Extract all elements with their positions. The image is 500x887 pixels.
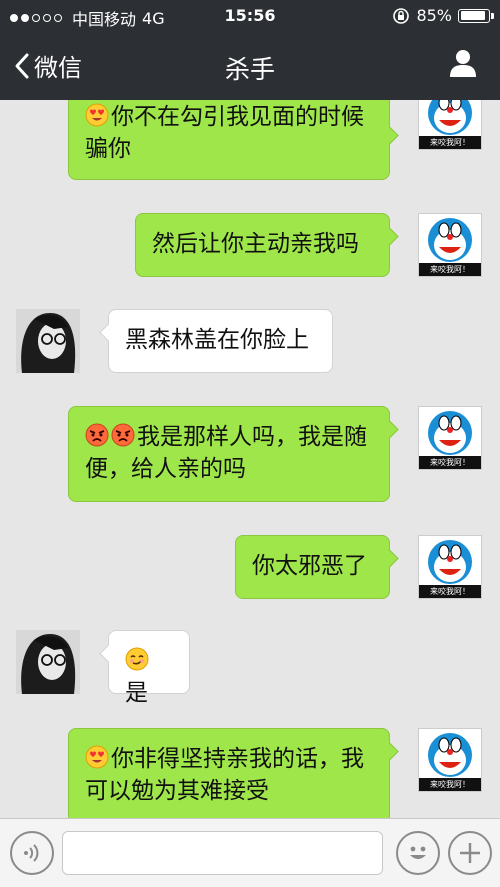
contact-avatar[interactable] <box>16 630 80 694</box>
message-input[interactable] <box>62 831 383 875</box>
chat-title: 杀手 <box>224 55 275 84</box>
rotation-lock-icon <box>393 7 410 24</box>
angry-face-emoji <box>111 423 135 447</box>
emoji-button[interactable] <box>396 831 440 875</box>
heart-eyes-emoji <box>85 103 109 127</box>
message-text: 你非得坚持亲我的话，我可以勉为其难接受 <box>85 746 364 804</box>
my-avatar[interactable]: 来咬我阿！ <box>418 213 482 277</box>
doraemon-avatar-icon <box>428 733 472 777</box>
doraemon-avatar-icon <box>428 218 472 262</box>
contact-photo-icon <box>16 309 80 373</box>
avatar-caption: 来咬我阿！ <box>419 585 481 598</box>
doraemon-avatar-icon <box>428 540 472 584</box>
doraemon-avatar-icon <box>428 100 472 135</box>
message-text: 是 <box>125 680 148 706</box>
contact-photo-icon <box>16 630 80 694</box>
more-button[interactable] <box>448 831 492 875</box>
message-text: 黑森林盖在你脸上 <box>125 327 309 353</box>
status-right: 85% <box>392 6 494 25</box>
message-bubble-outgoing[interactable]: 然后让你主动亲我吗 <box>135 213 399 277</box>
avatar-caption: 来咬我阿！ <box>419 263 481 276</box>
message-text: 你太邪恶了 <box>252 553 367 579</box>
my-avatar[interactable]: 来咬我阿！ <box>418 535 482 599</box>
emoji-icon <box>410 846 426 859</box>
voice-icon <box>24 844 39 862</box>
message-bubble-outgoing[interactable]: 你太邪恶了 <box>235 535 399 599</box>
heart-eyes-emoji <box>85 745 109 769</box>
message-bubble-incoming[interactable]: 黑森林盖在你脸上 <box>99 309 333 373</box>
message-bubble-outgoing[interactable]: 你不在勾引我见面的时候骗你 <box>68 100 399 180</box>
message-text: 然后让你主动亲我吗 <box>152 231 359 257</box>
input-bar <box>0 818 500 887</box>
message-bubble-incoming[interactable]: 是 <box>99 630 190 706</box>
chat-area[interactable]: 你不在勾引我见面的时候骗你 来咬我阿！ 然后让你主动亲我吗 来咬我阿！ 黑森林盖… <box>0 100 500 818</box>
nav-bar: 微信 杀手 <box>0 30 500 100</box>
battery-percent: 85% <box>416 6 452 25</box>
my-avatar[interactable]: 来咬我阿！ <box>418 100 482 150</box>
battery-icon <box>458 8 494 23</box>
my-avatar[interactable]: 来咬我阿！ <box>418 406 482 470</box>
voice-button[interactable] <box>10 831 54 875</box>
status-bar: 中国移动 4G 15:56 85% <box>0 0 500 30</box>
message-bubble-outgoing[interactable]: 你非得坚持亲我的话，我可以勉为其难接受 <box>68 728 399 818</box>
avatar-caption: 来咬我阿！ <box>419 456 481 469</box>
profile-button[interactable] <box>448 48 478 82</box>
my-avatar[interactable]: 来咬我阿！ <box>418 728 482 792</box>
smirk-face-emoji <box>125 647 149 671</box>
message-text: 你不在勾引我见面的时候骗你 <box>85 104 364 162</box>
avatar-caption: 来咬我阿！ <box>419 136 481 149</box>
angry-face-emoji <box>85 423 109 447</box>
plus-icon <box>460 843 480 863</box>
person-icon <box>450 50 476 77</box>
doraemon-avatar-icon <box>428 411 472 455</box>
avatar-caption: 来咬我阿！ <box>419 778 481 791</box>
message-bubble-outgoing[interactable]: 我是那样人吗，我是随便，给人亲的吗 <box>68 406 399 502</box>
contact-avatar[interactable] <box>16 309 80 373</box>
